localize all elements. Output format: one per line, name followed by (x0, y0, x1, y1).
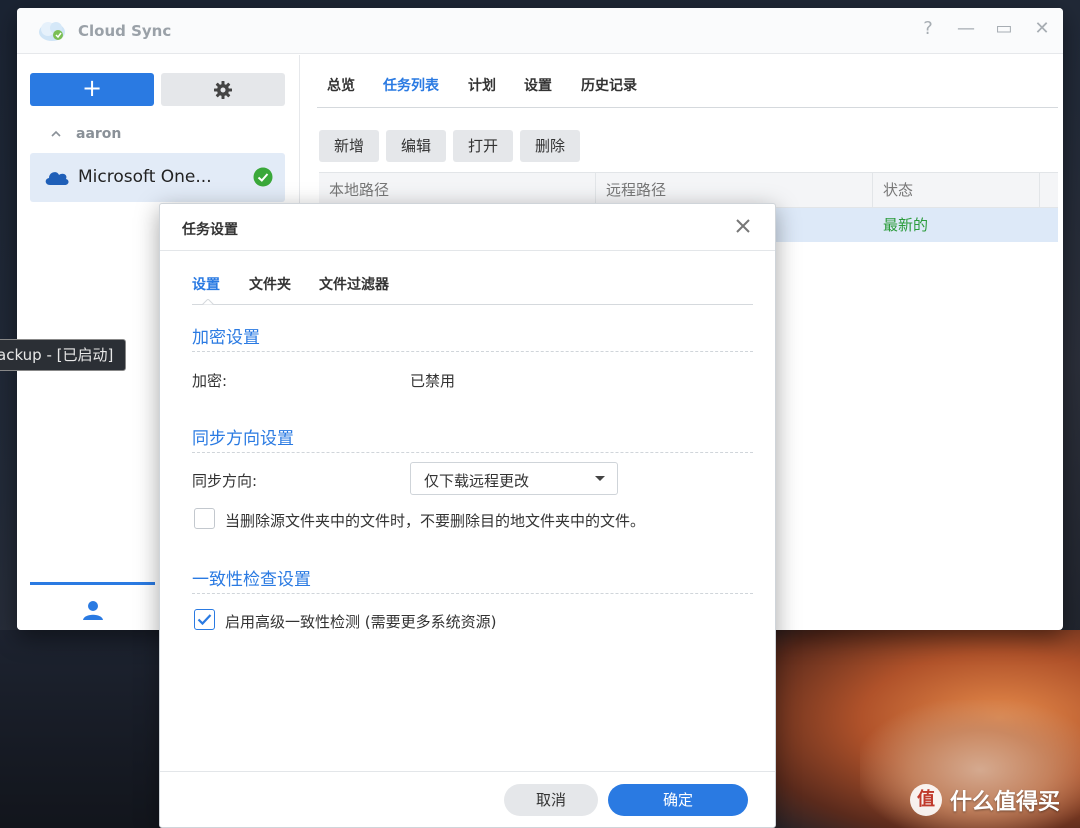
chevron-down-icon (595, 476, 605, 481)
sync-direction-value: 仅下载远程更改 (424, 472, 530, 490)
encryption-label: 加密: (192, 372, 228, 390)
encryption-section-title: 加密设置 (192, 328, 260, 348)
task-toolbar: 新增 编辑 打开 删除 (319, 130, 581, 162)
title-bar: Cloud Sync ? — ▭ ✕ (17, 8, 1063, 54)
cell-status: 最新的 (883, 216, 929, 234)
tab-folders[interactable]: 文件夹 (249, 274, 291, 294)
tab-schedule[interactable]: 计划 (468, 75, 496, 95)
section-divider (192, 452, 753, 453)
open-button[interactable]: 打开 (453, 130, 514, 162)
close-icon[interactable] (733, 216, 753, 236)
consistency-section-title: 一致性检查设置 (192, 570, 311, 590)
sync-direction-select[interactable]: 仅下载远程更改 (410, 462, 618, 495)
window-controls: ? — ▭ ✕ (917, 18, 1053, 40)
tab-history[interactable]: 历史记录 (581, 75, 637, 95)
sync-direction-section-title: 同步方向设置 (192, 429, 294, 449)
tab-task-list[interactable]: 任务列表 (383, 75, 439, 95)
tab-overview[interactable]: 总览 (327, 75, 355, 95)
section-divider (192, 351, 753, 352)
section-divider (192, 593, 753, 594)
main-tabs: 总览 任务列表 计划 设置 历史记录 (317, 75, 1058, 108)
dont-delete-label[interactable]: 当删除源文件夹中的文件时，不要删除目的地文件夹中的文件。 (225, 510, 645, 531)
dialog-title: 任务设置 (182, 222, 238, 238)
dialog-divider (160, 250, 775, 251)
dialog-tabs: 设置 文件夹 文件过滤器 (192, 274, 753, 305)
dont-delete-checkbox[interactable] (194, 508, 215, 529)
sync-direction-label: 同步方向: (192, 472, 258, 490)
create-button[interactable]: 新增 (319, 130, 380, 162)
task-settings-dialog: 任务设置 设置 文件夹 文件过滤器 加密设置 加密: 已禁用 同步方向设置 同步… (159, 203, 776, 828)
column-remote-path[interactable]: 远程路径 (596, 173, 873, 207)
sidebar-tab-user[interactable] (30, 582, 155, 630)
tab-settings[interactable]: 设置 (524, 75, 552, 95)
watermark-text: 什么值得买 (950, 790, 1061, 815)
dialog-footer-divider (160, 771, 775, 772)
settings-button[interactable] (161, 73, 285, 106)
add-connection-button[interactable]: + (30, 73, 154, 106)
account-name: aaron (76, 126, 122, 142)
watermark-logo: 值 (910, 784, 942, 816)
consistency-checkbox[interactable] (194, 609, 215, 630)
chevron-up-icon (51, 130, 61, 137)
column-status[interactable]: 状态 (873, 173, 1040, 207)
connection-label: Microsoft One... (78, 167, 212, 187)
minimize-icon[interactable]: — (955, 18, 977, 40)
window-title: Cloud Sync (78, 22, 172, 40)
task-tooltip: ackup - [已启动] (0, 339, 127, 371)
maximize-icon[interactable]: ▭ (993, 18, 1015, 40)
encryption-value: 已禁用 (410, 372, 456, 390)
help-icon[interactable]: ? (917, 18, 939, 40)
tab-file-filter[interactable]: 文件过滤器 (319, 274, 389, 294)
cloud-sync-app-icon (39, 22, 65, 41)
active-tab-pointer (202, 299, 214, 305)
check-circle-icon (253, 167, 273, 187)
edit-button[interactable]: 编辑 (386, 130, 447, 162)
onedrive-cloud-icon (45, 172, 69, 185)
tab-general-settings[interactable]: 设置 (192, 274, 220, 294)
account-group-header[interactable]: aaron (50, 126, 121, 142)
user-icon (83, 601, 103, 620)
sidebar-item-onedrive[interactable]: Microsoft One... (30, 153, 285, 202)
gear-icon (214, 81, 232, 99)
column-local-path[interactable]: 本地路径 (319, 173, 596, 207)
consistency-label[interactable]: 启用高级一致性检测 (需要更多系统资源) (225, 611, 496, 632)
checkmark-icon (197, 614, 212, 626)
cancel-button[interactable]: 取消 (504, 784, 598, 816)
delete-button[interactable]: 删除 (520, 130, 581, 162)
close-window-icon[interactable]: ✕ (1031, 18, 1053, 40)
watermark: 值 什么值得买 (910, 784, 1060, 816)
ok-button[interactable]: 确定 (608, 784, 748, 816)
